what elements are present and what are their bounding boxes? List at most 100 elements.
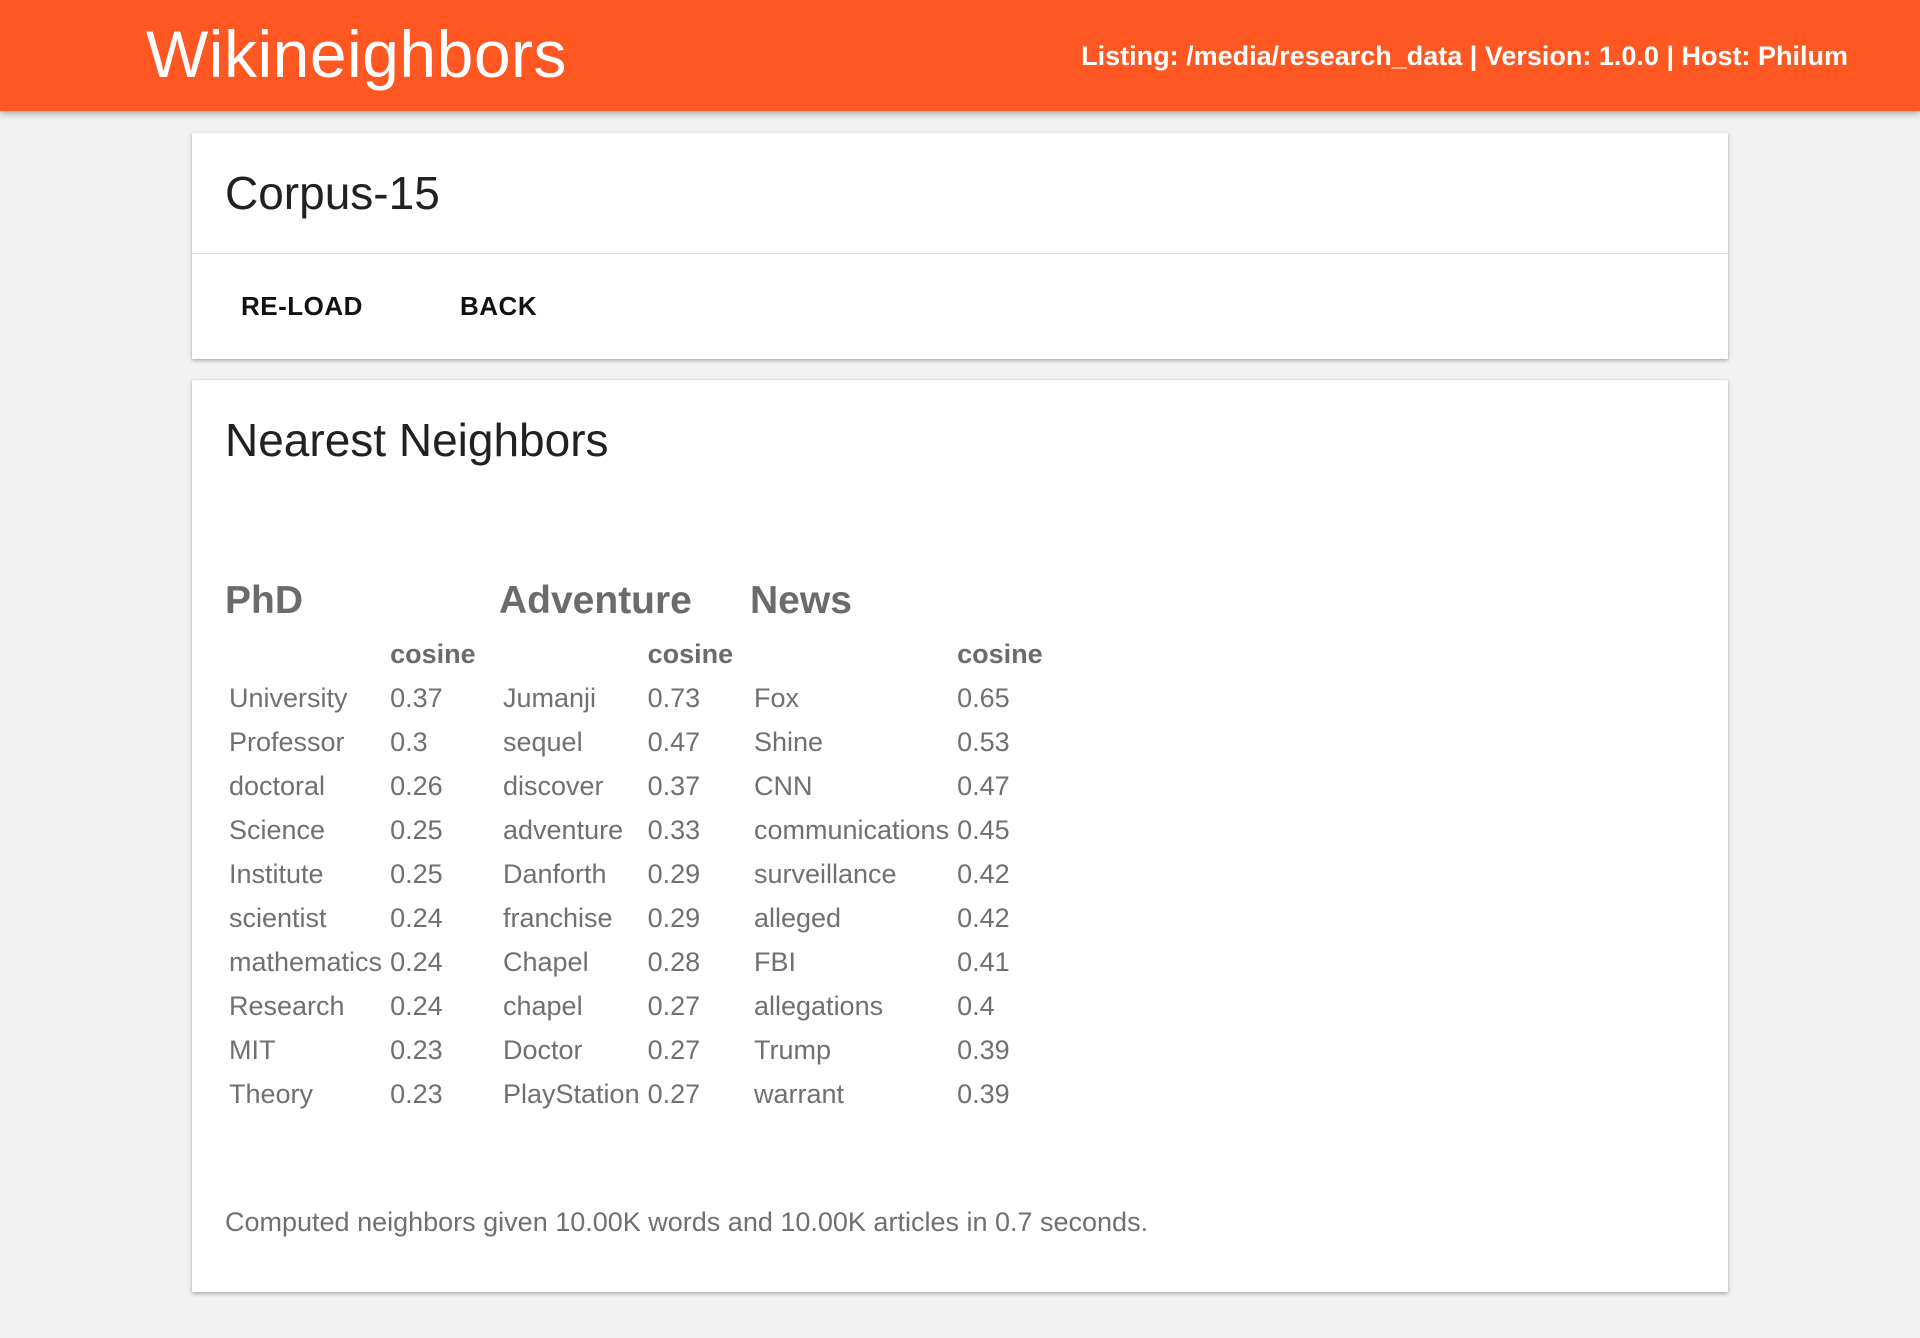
neighbor-score: 0.23 — [390, 1034, 443, 1065]
neighbor-word: Chapel — [503, 946, 589, 977]
neighbor-score: 0.65 — [957, 682, 1010, 713]
neighbor-word: Professor — [229, 726, 345, 757]
table-header-row: cosine — [225, 632, 480, 676]
score-column-header: cosine — [957, 638, 1043, 669]
corpus-title: Corpus-15 — [225, 167, 440, 219]
neighbor-group-news: News cosine Fox 0.65 Shine 0.53 CNN 0.47 co… — [750, 576, 1043, 1109]
neighbor-word: Science — [229, 814, 326, 845]
neighbor-score: 0.24 — [390, 990, 443, 1021]
neighbor-score: 0.37 — [647, 770, 701, 801]
table-row: adventure 0.33 — [499, 808, 737, 852]
back-button[interactable]: BACK — [436, 273, 561, 339]
neighbor-score: 0.27 — [647, 1078, 701, 1109]
score-column-header: cosine — [390, 638, 476, 669]
table-row: Jumanji 0.73 — [499, 676, 737, 720]
group-query-title: PhD — [225, 579, 303, 622]
neighbor-score: 0.27 — [647, 990, 701, 1021]
neighbor-word: Shine — [754, 726, 824, 757]
neighbors-table: cosine Fox 0.65 Shine 0.53 CNN 0.47 communi… — [750, 632, 1047, 1116]
neighbor-score: 0.73 — [647, 682, 701, 713]
neighbor-word: alleged — [754, 902, 842, 933]
table-row: Institute 0.25 — [225, 852, 480, 896]
neighbor-score: 0.37 — [390, 682, 443, 713]
neighbor-word: Doctor — [503, 1034, 583, 1065]
table-row: franchise 0.29 — [499, 896, 737, 940]
corpus-card: Corpus-15 RE-LOAD BACK — [192, 133, 1728, 359]
neighbor-word: University — [229, 682, 348, 713]
nearest-neighbors-title: Nearest Neighbors — [225, 414, 609, 466]
neighbor-score: 0.45 — [957, 814, 1010, 845]
table-row: alleged 0.42 — [750, 896, 1047, 940]
table-row: Doctor 0.27 — [499, 1028, 737, 1072]
neighbor-word: discover — [503, 770, 604, 801]
neighbor-score: 0.33 — [647, 814, 701, 845]
table-row: allegations 0.4 — [750, 984, 1047, 1028]
neighbor-word: sequel — [503, 726, 583, 757]
neighbor-word: MIT — [229, 1034, 276, 1065]
neighbor-group-adventure: Adventure cosine Jumanji 0.73 sequel 0.47 … — [499, 576, 733, 1109]
neighbor-word: doctoral — [229, 770, 326, 801]
neighbor-score: 0.39 — [957, 1078, 1010, 1109]
app-title[interactable]: Wikineighbors — [146, 14, 567, 94]
neighbor-word: Research — [229, 990, 345, 1021]
table-row: University 0.37 — [225, 676, 480, 720]
neighbor-score: 0.23 — [390, 1078, 443, 1109]
table-row: scientist 0.24 — [225, 896, 480, 940]
table-row: CNN 0.47 — [750, 764, 1047, 808]
table-row: PlayStation 0.27 — [499, 1072, 737, 1116]
neighbor-word: Jumanji — [503, 682, 597, 713]
neighbor-score: 0.29 — [647, 858, 701, 889]
table-row: chapel 0.27 — [499, 984, 737, 1028]
score-column-header: cosine — [647, 638, 734, 669]
neighbor-score: 0.26 — [390, 770, 443, 801]
word-column-header — [750, 632, 953, 676]
neighbor-word: communications — [754, 814, 950, 845]
neighbor-score: 0.29 — [647, 902, 701, 933]
table-row: sequel 0.47 — [499, 720, 737, 764]
neighbor-word: allegations — [754, 990, 884, 1021]
neighbor-score: 0.4 — [957, 990, 995, 1021]
table-row: Shine 0.53 — [750, 720, 1047, 764]
neighbor-word: chapel — [503, 990, 583, 1021]
nearest-neighbors-card: Nearest Neighbors PhD cosine University 0… — [192, 380, 1728, 1292]
header-status-info: Listing: /media/research_data | Version:… — [1081, 41, 1848, 71]
word-column-header — [499, 632, 644, 676]
neighbor-word: mathematics — [229, 946, 383, 977]
table-row: Chapel 0.28 — [499, 940, 737, 984]
neighbor-score: 0.47 — [647, 726, 701, 757]
table-header-row: cosine — [750, 632, 1047, 676]
neighbor-score: 0.41 — [957, 946, 1010, 977]
table-row: surveillance 0.42 — [750, 852, 1047, 896]
neighbor-score: 0.28 — [647, 946, 701, 977]
neighbor-word: scientist — [229, 902, 327, 933]
neighbor-score: 0.47 — [957, 770, 1010, 801]
table-row: doctoral 0.26 — [225, 764, 480, 808]
neighbor-word: CNN — [754, 770, 813, 801]
neighbor-word: FBI — [754, 946, 797, 977]
neighbor-score: 0.25 — [390, 858, 443, 889]
reload-button[interactable]: RE-LOAD — [217, 273, 387, 339]
computation-summary: Computed neighbors given 10.00K words an… — [225, 1207, 1149, 1237]
neighbor-score: 0.42 — [957, 858, 1010, 889]
neighbor-word: franchise — [503, 902, 613, 933]
neighbor-score: 0.24 — [390, 946, 443, 977]
neighbor-word: PlayStation — [503, 1078, 640, 1109]
table-row: Theory 0.23 — [225, 1072, 480, 1116]
neighbor-word: Fox — [754, 682, 800, 713]
neighbor-word: adventure — [503, 814, 624, 845]
neighbor-score: 0.39 — [957, 1034, 1010, 1065]
neighbor-word: surveillance — [754, 858, 897, 889]
neighbor-score: 0.27 — [647, 1034, 701, 1065]
neighbor-score: 0.42 — [957, 902, 1010, 933]
neighbor-score: 0.24 — [390, 902, 443, 933]
table-row: mathematics 0.24 — [225, 940, 480, 984]
word-column-header — [225, 632, 386, 676]
table-row: Danforth 0.29 — [499, 852, 737, 896]
table-row: Fox 0.65 — [750, 676, 1047, 720]
table-row: Science 0.25 — [225, 808, 480, 852]
neighbor-word: warrant — [754, 1078, 845, 1109]
neighbors-table: cosine University 0.37 Professor 0.3 docto… — [225, 632, 480, 1116]
card-divider — [192, 253, 1728, 254]
neighbor-word: Theory — [229, 1078, 314, 1109]
group-query-title: News — [750, 579, 852, 622]
